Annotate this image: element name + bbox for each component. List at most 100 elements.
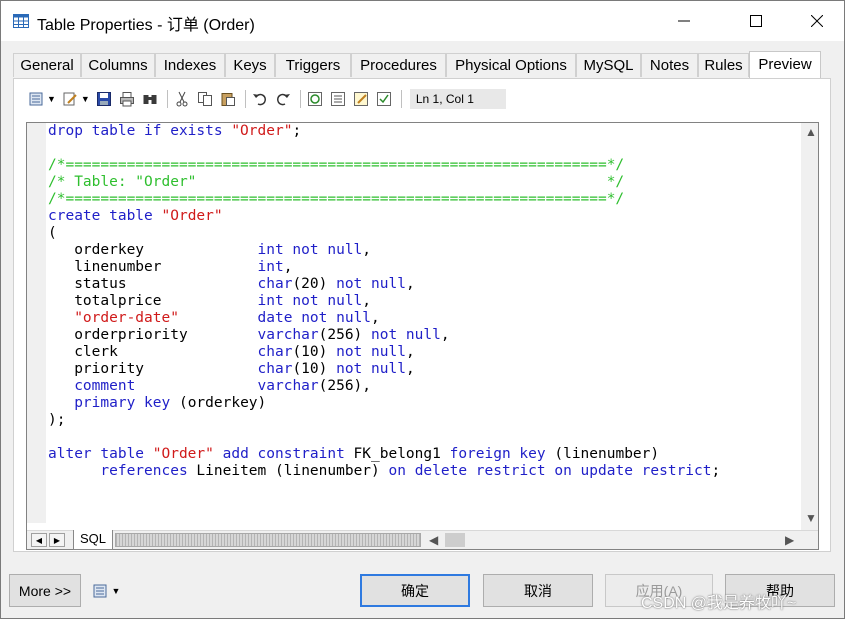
code-token: create table [48, 208, 162, 224]
code-token: , [405, 344, 415, 360]
code-token: (256), [318, 378, 372, 394]
chevron-down-icon: ▼ [111, 585, 121, 596]
tab-preview[interactable]: Preview [749, 51, 821, 79]
minimize-icon [678, 20, 690, 22]
code-token: orderkey [48, 242, 258, 258]
tab-keys[interactable]: Keys [225, 53, 275, 77]
edit-icon[interactable] [60, 89, 80, 109]
code-line: /* Table: "Order" */ [48, 174, 720, 191]
scroll-right-icon[interactable]: ▶ [785, 533, 794, 547]
sheet-tab-sql[interactable]: SQL [73, 530, 113, 550]
scroll-left-icon[interactable]: ◀ [429, 533, 438, 547]
sql-preview-editor[interactable]: drop table if exists "Order"; /*========… [26, 122, 819, 550]
list-icon[interactable] [328, 89, 348, 109]
script-menu-button[interactable]: ▼ [87, 576, 125, 605]
tab-splitter[interactable] [115, 533, 421, 547]
code-token: not null [336, 361, 406, 377]
tab-rules[interactable]: Rules [698, 53, 749, 77]
toolbar-separator [400, 90, 402, 108]
code-token: "Order" [161, 208, 223, 224]
tab-general[interactable]: General [13, 53, 81, 77]
code-token: status [48, 276, 258, 292]
save-icon[interactable] [94, 89, 114, 109]
code-token: foreign key [449, 446, 546, 462]
code-line: priority char(10) not null, [48, 361, 720, 378]
code-line: orderkey int not null, [48, 242, 720, 259]
code-token: clerk [48, 344, 258, 360]
toolbar-separator [299, 90, 301, 108]
chevron-down-icon[interactable]: ▼ [47, 94, 56, 104]
cut-icon[interactable] [172, 89, 192, 109]
ok-button[interactable]: 确定 [360, 574, 470, 607]
cancel-button[interactable]: 取消 [483, 574, 593, 607]
code-token: /* Table: "Order" */ [48, 174, 625, 190]
code-token: (256) [318, 327, 372, 343]
code-token: (20) [292, 276, 337, 292]
more-button[interactable]: More >> [9, 574, 81, 607]
code-token: orderpriority [48, 327, 258, 343]
code-token: "order-date" [74, 310, 179, 326]
vertical-scrollbar[interactable]: ▲ ▼ [801, 123, 818, 531]
code-line: "order-date" date not null, [48, 310, 720, 327]
code-line: comment varchar(256), [48, 378, 720, 395]
cursor-position: Ln 1, Col 1 [409, 89, 506, 109]
sql-code[interactable]: drop table if exists "Order"; /*========… [48, 123, 720, 480]
redo-icon[interactable] [273, 89, 293, 109]
tab-notes[interactable]: Notes [641, 53, 698, 77]
tab-physical-options[interactable]: Physical Options [446, 53, 576, 77]
script-options-icon[interactable] [26, 89, 46, 109]
horizontal-scroll-thumb[interactable] [445, 533, 465, 547]
code-token: ; [292, 123, 302, 139]
find-icon[interactable] [140, 89, 160, 109]
tab-mysql[interactable]: MySQL [576, 53, 641, 77]
checklist-icon[interactable] [374, 89, 394, 109]
preview-panel: ▼ ▼ Ln 1, Col 1 drop table if exists "Or… [13, 78, 831, 552]
code-token: int [257, 259, 284, 275]
code-token: , [362, 242, 372, 258]
code-token: Lineitem (linenumber) [187, 463, 389, 479]
copy-icon[interactable] [195, 89, 215, 109]
preview-toolbar: ▼ ▼ Ln 1, Col 1 [26, 88, 506, 110]
code-token: , [405, 361, 415, 377]
code-token: char [257, 344, 293, 360]
close-button[interactable] [794, 1, 840, 41]
sheet-prev-button[interactable]: ◀ [31, 533, 47, 547]
undo-icon[interactable] [250, 89, 270, 109]
chevron-down-icon[interactable]: ▼ [81, 94, 90, 104]
watermark: CSDN @我是养牧吖~ [641, 595, 797, 612]
refresh-icon[interactable] [305, 89, 325, 109]
window-title: Table Properties - 订单 (Order) [37, 17, 255, 34]
code-token: not null [336, 344, 406, 360]
code-line: ( [48, 225, 720, 242]
code-token: /*======================================… [48, 191, 625, 207]
code-token: alter table [48, 446, 153, 462]
print-icon[interactable] [117, 89, 137, 109]
tab-triggers[interactable]: Triggers [275, 53, 351, 77]
code-line: alter table "Order" add constraint FK_be… [48, 446, 720, 463]
sheet-next-button[interactable]: ▶ [49, 533, 65, 547]
tab-procedures[interactable]: Procedures [351, 53, 446, 77]
scroll-up-icon[interactable]: ▲ [805, 125, 817, 139]
paste-icon[interactable] [218, 89, 238, 109]
toolbar-separator [166, 90, 168, 108]
code-token: add constraint [222, 446, 345, 462]
code-token: , [440, 327, 450, 343]
edit-document-icon[interactable] [351, 89, 371, 109]
tab-indexes[interactable]: Indexes [155, 53, 225, 77]
code-line: references Lineitem (linenumber) on dele… [48, 463, 720, 480]
code-token: drop table if exists [48, 123, 232, 139]
minimize-button[interactable] [661, 1, 707, 41]
tab-columns[interactable]: Columns [81, 53, 155, 77]
code-token: (10) [292, 361, 337, 377]
code-line: status char(20) not null, [48, 276, 720, 293]
scroll-down-icon[interactable]: ▼ [805, 511, 817, 525]
code-token: /*======================================… [48, 157, 625, 173]
maximize-button[interactable] [733, 1, 779, 41]
code-token: char [257, 276, 293, 292]
